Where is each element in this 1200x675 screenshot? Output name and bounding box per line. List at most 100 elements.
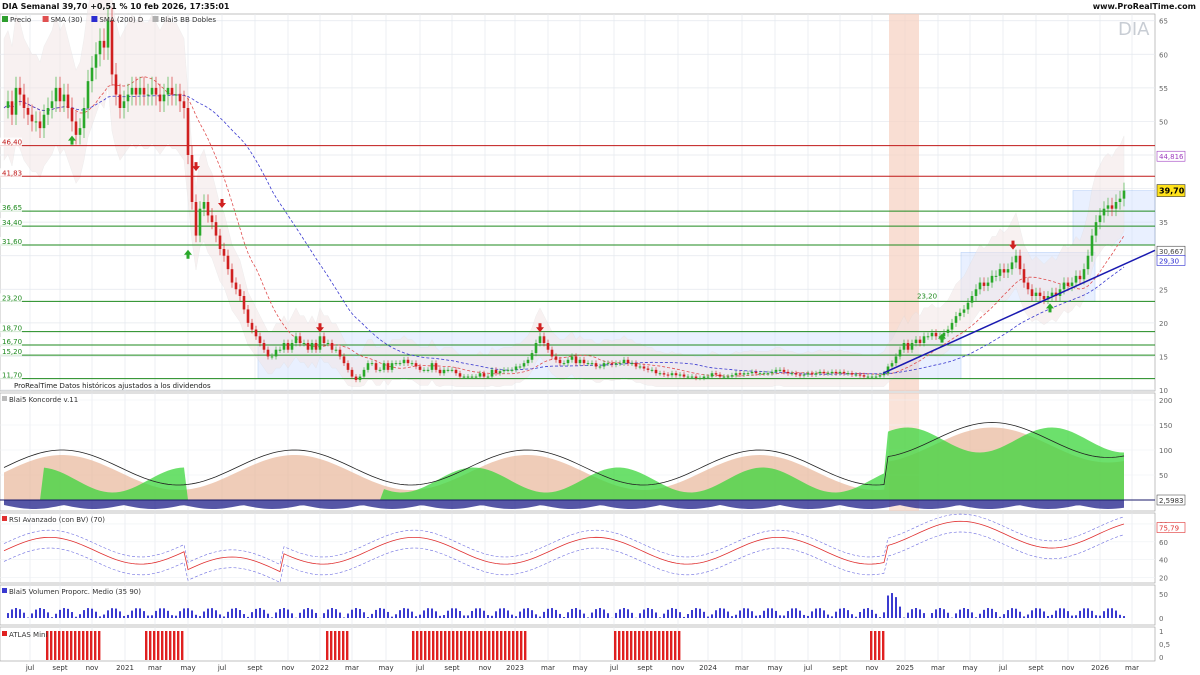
volume-bar xyxy=(711,614,713,618)
volume-bar xyxy=(327,609,329,618)
candle-body xyxy=(614,363,618,365)
x-tick-label: may xyxy=(572,664,587,672)
candle-body xyxy=(386,363,390,370)
volume-bar xyxy=(751,611,753,618)
atlas-bar xyxy=(472,631,475,660)
volume-bar xyxy=(131,610,133,618)
volume-bar xyxy=(915,608,917,618)
candle-body xyxy=(874,376,878,378)
atlas-bar xyxy=(464,631,467,660)
candle-body xyxy=(770,371,774,374)
candle-body xyxy=(122,101,126,108)
atlas-bar xyxy=(870,631,873,660)
candle-body xyxy=(482,373,486,377)
candle-body xyxy=(1086,255,1090,270)
atlas-bar xyxy=(456,631,459,660)
volume-bar xyxy=(679,612,681,618)
candle-body xyxy=(726,376,730,378)
candle-body xyxy=(306,343,310,350)
candle-body xyxy=(54,87,58,102)
volume-bar xyxy=(35,609,37,618)
candle-body xyxy=(258,336,262,343)
volume-bar xyxy=(931,613,933,618)
candle-body xyxy=(858,374,862,376)
candle-body xyxy=(410,363,414,365)
volume-bar xyxy=(883,612,885,618)
candle-body xyxy=(322,336,326,343)
candle-body xyxy=(314,343,318,350)
candle-body xyxy=(254,329,258,337)
candle-body xyxy=(810,373,814,375)
volume-bar xyxy=(655,612,657,618)
atlas-bar xyxy=(512,631,515,660)
last-price-label: 39,70 xyxy=(1159,187,1185,196)
legend-label: SMA (30) xyxy=(51,16,83,24)
volume-bar xyxy=(15,608,17,618)
site-url[interactable]: www.ProRealTime.com xyxy=(1093,2,1196,11)
candle-body xyxy=(674,373,678,376)
candle-body xyxy=(174,94,178,96)
atlas-bar xyxy=(326,631,329,660)
candle-body xyxy=(542,336,546,343)
candle-body xyxy=(826,373,830,375)
volume-bar xyxy=(363,612,365,618)
atlas-bar xyxy=(630,631,633,660)
volume-bar xyxy=(583,613,585,618)
x-tick-label: nov xyxy=(479,664,492,672)
candle-body xyxy=(834,371,838,374)
volume-bar xyxy=(123,615,125,618)
atlas-axis-tick: 0 xyxy=(1159,654,1163,662)
candle-body xyxy=(202,202,206,209)
candle-body xyxy=(982,282,986,286)
candle-body xyxy=(690,376,694,378)
candle-body xyxy=(1062,282,1066,290)
volume-bar xyxy=(1003,614,1005,618)
volume-bar xyxy=(727,611,729,618)
volume-bar xyxy=(95,611,97,618)
volume-bar xyxy=(359,608,361,618)
volume-bar xyxy=(1067,611,1069,618)
price-axis-tick: 15 xyxy=(1159,353,1168,361)
candle-body xyxy=(70,108,74,122)
volume-bar xyxy=(1119,614,1121,618)
candle-body xyxy=(786,371,790,374)
candle-body xyxy=(1038,292,1042,296)
volume-bar xyxy=(39,608,41,618)
legend-swatch xyxy=(2,396,7,401)
volume-bar xyxy=(287,609,289,618)
candle-body xyxy=(602,363,606,367)
candle-body xyxy=(622,359,626,364)
candle-body xyxy=(422,369,426,371)
volume-bar xyxy=(1091,610,1093,618)
legend-label: SMA (200) D xyxy=(99,16,143,24)
volume-bar xyxy=(667,609,669,618)
volume-bar xyxy=(983,609,985,618)
volume-bar xyxy=(427,608,429,618)
candle-body xyxy=(106,20,110,48)
candle-body xyxy=(854,374,858,376)
x-tick-label: jul xyxy=(25,664,34,672)
candle-body xyxy=(970,296,974,303)
atlas-bar xyxy=(666,631,669,660)
volume-bar xyxy=(167,610,169,618)
volume-bar xyxy=(707,616,709,618)
volume-bar xyxy=(171,615,173,618)
volume-bar xyxy=(483,610,485,618)
atlas-bar xyxy=(165,631,168,660)
volume-bar xyxy=(19,609,21,618)
candle-body xyxy=(22,94,26,108)
atlas-bar xyxy=(54,631,57,660)
candle-body xyxy=(1022,269,1026,283)
volume-bar xyxy=(587,617,589,618)
volume-bar xyxy=(671,608,673,618)
candle-body xyxy=(1102,208,1106,216)
koncorde-title: Blai5 Koncorde v.11 xyxy=(9,396,78,404)
candle-body xyxy=(574,356,578,364)
candle-body xyxy=(546,343,550,350)
atlas-bar xyxy=(674,631,677,660)
candle-body xyxy=(454,369,458,374)
volume-bar xyxy=(871,609,873,618)
volume-bar xyxy=(371,613,373,618)
volume-bar xyxy=(151,615,153,618)
volume-bar xyxy=(11,609,13,618)
